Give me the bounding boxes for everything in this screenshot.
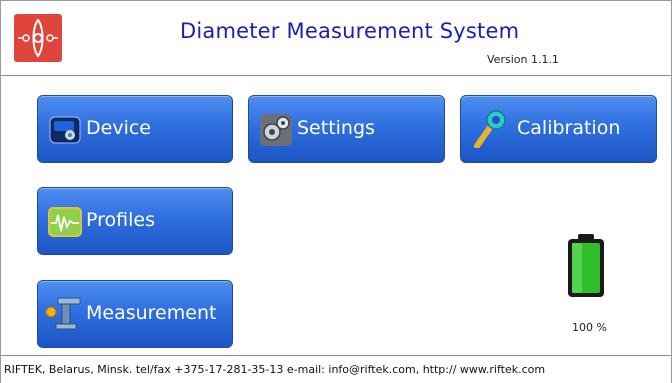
contact-info: RIFTEK, Belarus, Minsk. tel/fax +375-17-… xyxy=(4,363,546,376)
measurement-button[interactable]: Measurement xyxy=(37,280,233,348)
settings-button-label: Settings xyxy=(297,117,375,139)
app-title: Diameter Measurement System xyxy=(180,19,520,43)
device-icon xyxy=(48,113,82,147)
settings-button[interactable]: Settings xyxy=(248,95,445,163)
footer-bar: RIFTEK, Belarus, Minsk. tel/fax +375-17-… xyxy=(1,355,671,383)
version-label: Version 1.1.1 xyxy=(487,53,559,66)
app-window: Diameter Measurement System Version 1.1.… xyxy=(0,0,672,383)
calibration-button-label: Calibration xyxy=(517,117,621,139)
caliper-icon xyxy=(44,294,84,334)
wrench-icon xyxy=(469,108,509,149)
profiles-button[interactable]: Profiles xyxy=(37,187,233,255)
measurement-button-label: Measurement xyxy=(86,302,217,324)
device-button[interactable]: Device xyxy=(37,95,233,163)
riftek-logo-icon xyxy=(14,14,62,62)
gears-icon xyxy=(259,113,293,147)
calibration-button[interactable]: Calibration xyxy=(460,95,657,163)
device-button-label: Device xyxy=(86,117,151,139)
waveform-icon xyxy=(48,205,82,239)
battery-percent-label: 100 % xyxy=(572,321,607,334)
header-bar: Diameter Measurement System Version 1.1.… xyxy=(1,1,671,76)
profiles-button-label: Profiles xyxy=(86,209,155,231)
battery-icon xyxy=(565,233,607,299)
